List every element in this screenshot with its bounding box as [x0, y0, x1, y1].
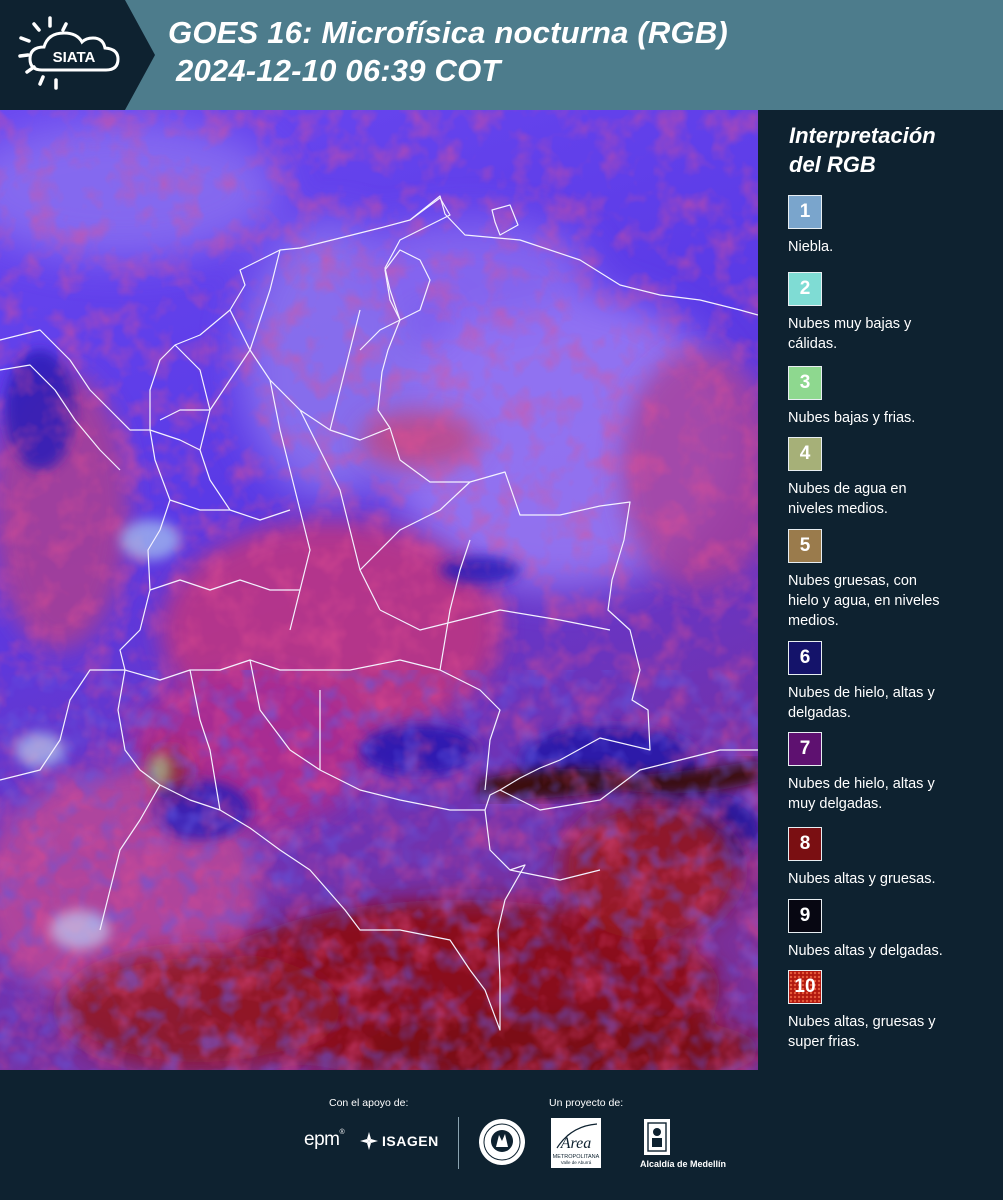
- legend-swatch-1: 1: [788, 195, 822, 229]
- title-timestamp: 2024-12-10 06:39 COT: [176, 53, 501, 88]
- legend-swatch-10: 10: [788, 970, 822, 1004]
- legend-item-1: 1 Niebla.: [788, 195, 988, 257]
- legend-swatch-5: 5: [788, 529, 822, 563]
- legend-title-line1: Interpretación: [789, 123, 936, 148]
- legend-title-line2: del RGB: [789, 152, 876, 177]
- alcaldia-label: Alcaldía de Medellín: [640, 1159, 727, 1169]
- legend-item-5: 5 Nubes gruesas, con hielo y agua, en ni…: [788, 529, 988, 631]
- legend-item-10: 10 Nubes altas, gruesas y super frias.: [788, 970, 988, 1052]
- legend-item-9: 9 Nubes altas y delgadas.: [788, 899, 988, 961]
- legend-label-4: Nubes de agua en niveles medios.: [788, 481, 907, 517]
- isagen-mark-icon: [360, 1132, 378, 1150]
- legend-item-3: 3 Nubes bajas y frias.: [788, 366, 988, 428]
- legend-item-6: 6 Nubes de hielo, altas y delgadas.: [788, 641, 988, 723]
- legend-swatch-9: 9: [788, 899, 822, 933]
- legend-label-10: Nubes altas, gruesas y super frias.: [788, 1014, 936, 1050]
- legend-label-6: Nubes de hielo, altas y delgadas.: [788, 685, 935, 721]
- svg-text:Valle de Aburrá: Valle de Aburrá: [561, 1160, 592, 1165]
- area-metropolitana-logo: Área METROPOLITANA Valle de Aburrá: [551, 1118, 601, 1173]
- alcaldia-medellin-logo: [643, 1118, 671, 1161]
- legend-label-5: Nubes gruesas, con hielo y agua, en nive…: [788, 573, 940, 629]
- legend-label-7: Nubes de hielo, altas y muy delgadas.: [788, 776, 935, 812]
- epm-logo-text: epm: [304, 1129, 340, 1150]
- legend-item-2: 2 Nubes muy bajas y cálidas.: [788, 272, 988, 354]
- legend-item-7: 7 Nubes de hielo, altas y muy delgadas.: [788, 732, 988, 814]
- legend-label-3: Nubes bajas y frias.: [788, 410, 916, 426]
- isagen-logo: ISAGEN: [359, 1131, 438, 1153]
- legend-swatch-4: 4: [788, 437, 822, 471]
- legend-item-4: 4 Nubes de agua en niveles medios.: [788, 437, 988, 519]
- isagen-logo-text: ISAGEN: [382, 1133, 439, 1149]
- title-product: GOES 16: Microfísica nocturna (RGB): [168, 15, 728, 50]
- footer: Con el apoyo de: Un proyecto de: epm® IS…: [0, 1070, 1003, 1200]
- legend-label-1: Niebla.: [788, 239, 834, 255]
- svg-text:Área: Área: [560, 1133, 592, 1152]
- legend-title: Interpretación del RGB: [789, 121, 936, 179]
- page-title: GOES 16: Microfísica nocturna (RGB) 2024…: [168, 14, 728, 90]
- siata-logo: SIATA: [0, 0, 160, 110]
- siata-logo-text: SIATA: [53, 49, 96, 66]
- legend-swatch-6: 6: [788, 641, 822, 675]
- legend-swatch-8: 8: [788, 827, 822, 861]
- header-bar: SIATA GOES 16: Microfísica nocturna (RGB…: [0, 0, 1003, 110]
- project-label: Un proyecto de:: [549, 1097, 624, 1109]
- footer-divider: [458, 1117, 459, 1169]
- satellite-map: [0, 110, 758, 1070]
- support-label: Con el apoyo de:: [329, 1097, 409, 1109]
- legend-swatch-3: 3: [788, 366, 822, 400]
- legend-label-2: Nubes muy bajas y cálidas.: [788, 316, 912, 352]
- epm-logo: epm®: [304, 1129, 345, 1150]
- legend-label-9: Nubes altas y delgadas.: [788, 943, 943, 959]
- legend-item-8: 8 Nubes altas y gruesas.: [788, 827, 988, 889]
- legend-swatch-2: 2: [788, 272, 822, 306]
- rgb-legend: Interpretación del RGB 1 Niebla. 2 Nubes…: [758, 110, 1003, 1070]
- legend-swatch-7: 7: [788, 732, 822, 766]
- legend-label-8: Nubes altas y gruesas.: [788, 871, 936, 887]
- medellin-seal-logo: [477, 1117, 527, 1172]
